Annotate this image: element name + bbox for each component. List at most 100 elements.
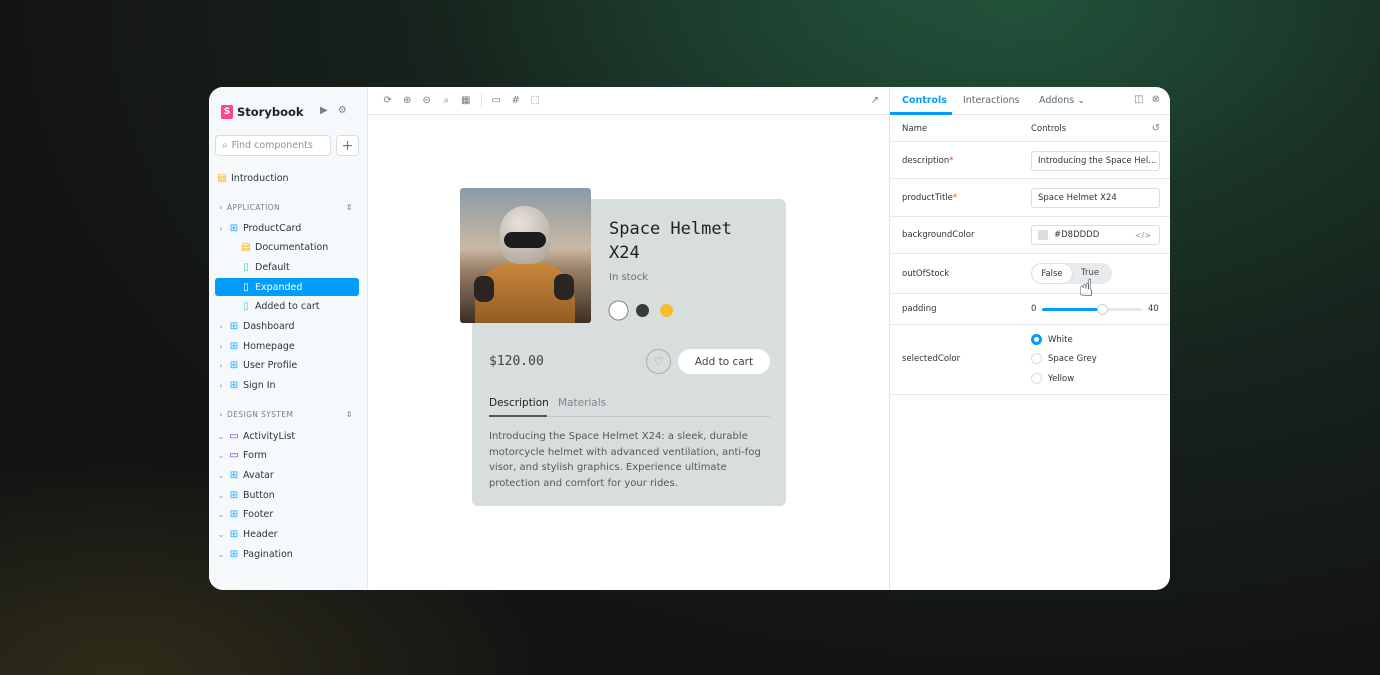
tab-controls[interactable]: Controls	[902, 95, 947, 106]
sidebar-item-pagination[interactable]: ⌄ ⊞ Pagination	[215, 545, 359, 563]
favorite-button[interactable]: ♡	[646, 349, 671, 374]
sidebar-item-label: Sign In	[243, 380, 276, 392]
code-icon[interactable]: </>	[1135, 231, 1151, 240]
background-color-input[interactable]: #D8DDDD </>	[1031, 225, 1160, 245]
grid-icon[interactable]: #	[506, 95, 526, 106]
search-icon: ⌕	[222, 140, 228, 151]
product-title-input[interactable]: Space Helmet X24	[1031, 188, 1160, 208]
tab-materials[interactable]: Materials	[558, 397, 606, 409]
sidebar-item-productcard[interactable]: › ⊞ ProductCard	[215, 219, 359, 237]
viewport-icon[interactable]: ▭	[487, 95, 507, 106]
settings-icon[interactable]: ⚙	[338, 105, 347, 116]
folder-icon: ▭	[229, 430, 239, 442]
background-icon[interactable]: ▦	[456, 95, 476, 106]
zoom-reset-icon[interactable]: ⌕	[437, 95, 457, 106]
product-description: Introducing the Space Helmet X24: a slee…	[489, 431, 761, 489]
controls-header-row: Name Controls ↺	[890, 115, 1170, 142]
slider-min-label: 0	[1031, 304, 1037, 314]
sidebar-item-expanded[interactable]: ▯ Expanded	[215, 278, 359, 297]
color-swatch[interactable]	[1038, 230, 1048, 240]
sidebar-item-button[interactable]: ⌄ ⊞ Button	[215, 486, 359, 504]
radio-button[interactable]	[1031, 353, 1042, 364]
sidebar-item-label: Default	[255, 261, 290, 273]
sidebar-item-label: Documentation	[255, 242, 329, 254]
chevron-icon: ⌄	[217, 530, 225, 539]
section-design-system[interactable]: › DESIGN SYSTEM ⇕	[215, 406, 359, 422]
sidebar-item-introduction[interactable]: ▤ Introduction	[215, 169, 359, 187]
chevron-icon: ⌄	[217, 490, 225, 500]
expand-collapse-icon[interactable]: ⇕	[346, 203, 353, 212]
section-title: APPLICATION	[227, 202, 281, 212]
open-new-tab-icon[interactable]: ↗	[871, 95, 879, 106]
radio-yellow[interactable]: Yellow	[1031, 373, 1074, 384]
description-input[interactable]: Introducing the Space Hel...	[1031, 151, 1160, 171]
plus-icon: +	[341, 137, 354, 154]
sidebar-item-label: Pagination	[243, 548, 293, 560]
tab-description[interactable]: Description	[489, 397, 549, 409]
chevron-icon: ⌄	[217, 431, 225, 441]
add-to-cart-button[interactable]: Add to cart	[678, 349, 770, 374]
sidebar-item-label: ProductCard	[243, 222, 302, 234]
product-price: $120.00	[489, 354, 544, 369]
swatch-space-grey[interactable]	[636, 304, 649, 317]
search-input[interactable]	[231, 140, 322, 151]
component-icon: ⊞	[229, 360, 239, 372]
sidebar-item-user-profile[interactable]: › ⊞ User Profile	[215, 357, 359, 375]
folder-icon: ▭	[229, 450, 239, 462]
chevron-icon: ›	[219, 381, 223, 391]
sidebar-item-label: Homepage	[243, 340, 295, 352]
outline-icon[interactable]: ⬚	[526, 95, 546, 106]
control-label: outOfStock	[902, 269, 950, 279]
toolbar-divider	[480, 93, 482, 108]
sidebar-item-homepage[interactable]: › ⊞ Homepage	[215, 337, 359, 355]
radio-button[interactable]	[1031, 334, 1042, 345]
close-icon[interactable]: ⊗	[1152, 94, 1160, 105]
expand-collapse-icon[interactable]: ⇕	[346, 410, 353, 419]
storybook-window: S Storybook ▶ ⚙ ⌕ + ▤ Introduction › APP…	[209, 87, 1170, 590]
radio-space-grey[interactable]: Space Grey	[1031, 353, 1097, 364]
section-title: DESIGN SYSTEM	[227, 409, 294, 419]
reset-icon[interactable]: ↺	[1152, 123, 1160, 134]
image-visor	[504, 232, 546, 248]
doc-icon: ▤	[217, 172, 227, 184]
toggle-false[interactable]: False	[1032, 264, 1072, 283]
reload-icon[interactable]: ⟳	[378, 95, 398, 106]
swatch-white[interactable]	[611, 303, 626, 318]
sidebar-item-form[interactable]: ⌄ ▭ Form	[215, 447, 359, 465]
control-row-backgroundColor: backgroundColor #D8DDDD </>	[890, 217, 1170, 254]
addons-panel: Controls Interactions Addons ⌄ ◫ ⊗ Name …	[890, 87, 1170, 590]
add-button[interactable]: +	[336, 135, 359, 156]
radio-white[interactable]: White	[1031, 334, 1073, 345]
out-of-stock-toggle[interactable]: False True	[1031, 263, 1112, 284]
sidebar-item-activitylist[interactable]: ⌄ ▭ ActivityList	[215, 427, 359, 445]
chevron-down-icon: ⌄	[1077, 95, 1086, 106]
brand[interactable]: S Storybook	[221, 105, 304, 119]
tab-interactions[interactable]: Interactions	[963, 95, 1020, 106]
preview-canvas: ⟳ ⊕ ⊖ ⌕ ▦ ▭ # ⬚ ↗ Space Helmet X24 In st…	[368, 87, 890, 590]
sidebar-item-documentation[interactable]: ▤ Documentation	[215, 239, 359, 257]
swatch-yellow[interactable]	[660, 304, 673, 317]
radio-button[interactable]	[1031, 373, 1042, 384]
sidebar-item-added-to-cart[interactable]: ▯ Added to cart	[215, 298, 359, 316]
search-field[interactable]: ⌕	[215, 135, 331, 156]
sidebar-item-footer[interactable]: ⌄ ⊞ Footer	[215, 506, 359, 524]
padding-slider[interactable]	[1042, 304, 1142, 315]
sidebar-item-dashboard[interactable]: › ⊞ Dashboard	[215, 318, 359, 336]
sidebar-item-avatar[interactable]: ⌄ ⊞ Avatar	[215, 466, 359, 484]
sidebar-item-header[interactable]: ⌄ ⊞ Header	[215, 526, 359, 544]
chevron-icon: ›	[219, 341, 223, 351]
play-icon[interactable]: ▶	[320, 105, 328, 116]
section-application[interactable]: › APPLICATION ⇕	[215, 199, 359, 215]
image-hand-right	[554, 274, 574, 300]
tab-addons[interactable]: Addons ⌄	[1039, 95, 1085, 106]
control-label: productTitle*	[902, 193, 957, 203]
sidebar-item-default[interactable]: ▯ Default	[215, 258, 359, 276]
zoom-in-icon[interactable]: ⊕	[398, 95, 418, 106]
control-label-text: productTitle	[902, 193, 953, 203]
slider-thumb[interactable]	[1097, 304, 1108, 315]
story-icon: ▯	[243, 281, 249, 293]
panel-layout-icon[interactable]: ◫	[1134, 94, 1143, 105]
sidebar-item-sign-in[interactable]: › ⊞ Sign In	[215, 377, 359, 395]
zoom-out-icon[interactable]: ⊖	[417, 95, 437, 106]
doc-icon: ▤	[241, 242, 251, 254]
